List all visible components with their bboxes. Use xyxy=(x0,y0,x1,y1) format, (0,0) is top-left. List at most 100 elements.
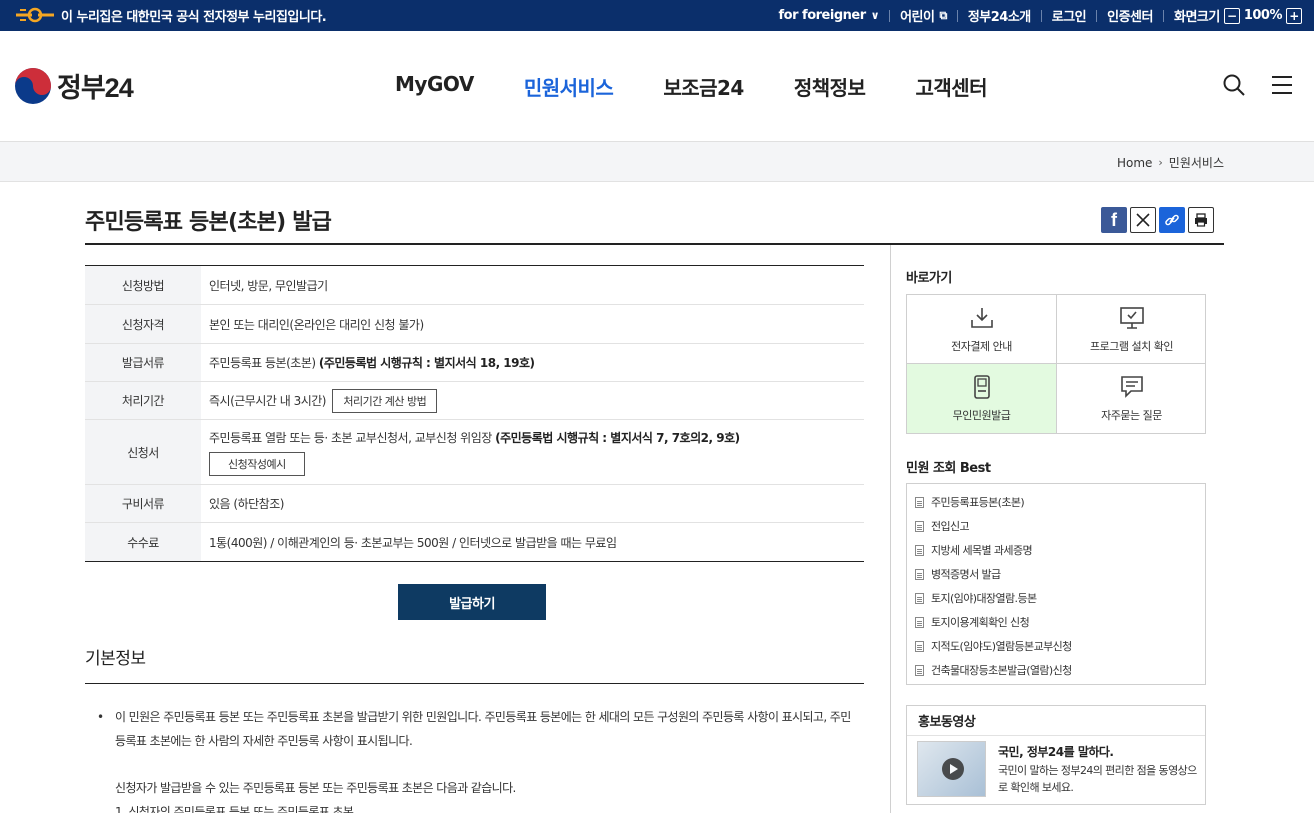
table-row: 신청방법 인터넷, 방문, 무인발급기 xyxy=(85,265,864,305)
promo-description: 국민이 말하는 정부24의 편리한 점을 동영상으로 확인해 보세요. xyxy=(998,764,1197,794)
play-icon xyxy=(942,758,964,780)
doc-law: (주민등록법 시행규칙 : 별지서식 18, 19호) xyxy=(318,356,535,370)
shortcut-label: 프로그램 설치 확인 xyxy=(1090,339,1173,353)
chevron-down-icon: ∨ xyxy=(870,9,880,22)
shortcut-label: 자주묻는 질문 xyxy=(1101,409,1162,422)
title-divider xyxy=(85,243,1224,245)
table-row: 구비서류 있음 (하단참조) xyxy=(85,484,864,523)
table-key: 발급서류 xyxy=(85,343,201,382)
breadcrumb-home[interactable]: Home xyxy=(1117,156,1152,170)
taegeuk-logo-icon xyxy=(15,67,51,104)
breadcrumb-current[interactable]: 민원서비스 xyxy=(1169,154,1224,171)
list-item[interactable]: 주민등록표등본(초본) xyxy=(907,490,1205,514)
table-key: 신청방법 xyxy=(85,265,201,305)
document-icon xyxy=(915,568,924,580)
table-key: 처리기간 xyxy=(85,381,201,420)
zoom-control: 화면크기 − 100% + xyxy=(1164,6,1306,25)
table-row: 처리기간 즉시(근무시간 내 3시간) 처리기간 계산 방법 xyxy=(85,381,864,420)
nav-civil-service[interactable]: 민원서비스 xyxy=(524,72,614,101)
gov-notice-text: 이 누리집은 대한민국 공식 전자정부 누리집입니다. xyxy=(61,10,327,25)
nav-mygov[interactable]: MyGOV xyxy=(395,72,474,101)
period-text: 즉시(근무시간 내 3시간) xyxy=(209,393,327,408)
column-divider xyxy=(890,245,891,813)
shortcut-kiosk[interactable]: 무인민원발급 xyxy=(907,364,1057,433)
document-icon xyxy=(915,664,924,676)
table-key: 구비서류 xyxy=(85,484,201,523)
list-item[interactable]: 건축물대장등초본발급(열람)신청 xyxy=(907,658,1205,682)
breadcrumb: Home › 민원서비스 xyxy=(1117,154,1224,171)
list-item[interactable]: 전입신고 xyxy=(907,514,1205,538)
about-link[interactable]: 정부24소개 xyxy=(958,6,1041,25)
zoom-in-button[interactable]: + xyxy=(1286,7,1302,24)
form-law: (주민등록법 시행규칙 : 별지서식 7, 7호의2, 9호) xyxy=(495,430,740,445)
zoom-value: 100% xyxy=(1243,8,1283,23)
document-icon xyxy=(915,592,924,604)
list-item[interactable]: 병적증명서 발급 xyxy=(907,562,1205,586)
shortcut-program-check[interactable]: 프로그램 설치 확인 xyxy=(1057,295,1206,364)
list-item-label: 건축물대장등초본발급(열람)신청 xyxy=(931,664,1072,677)
period-calc-button[interactable]: 처리기간 계산 방법 xyxy=(332,388,438,413)
table-row: 발급서류 주민등록표 등본(초본) (주민등록법 시행규칙 : 별지서식 18,… xyxy=(85,343,864,382)
shortcut-title: 바로가기 xyxy=(906,271,952,286)
menu-icon[interactable] xyxy=(1270,73,1294,97)
video-thumbnail[interactable] xyxy=(917,741,986,797)
login-link[interactable]: 로그인 xyxy=(1042,6,1096,25)
shortcut-label: 무인민원발급 xyxy=(952,409,1011,422)
form-example-button[interactable]: 신청작성예시 xyxy=(209,451,305,476)
egov-logo-icon xyxy=(16,7,54,23)
kids-label: 어린이 xyxy=(900,10,935,25)
issue-button[interactable]: 발급하기 xyxy=(398,584,546,620)
logo-text: 정부24 xyxy=(57,73,134,103)
doc-text: 주민등록표 등본(초본) xyxy=(209,356,319,370)
external-link-icon: ⧉ xyxy=(939,8,947,22)
chat-bubble-icon xyxy=(1120,376,1143,398)
document-icon xyxy=(915,544,924,556)
shortcut-label: 전자결제 안내 xyxy=(951,339,1012,353)
basic-info-title: 기본정보 xyxy=(85,649,146,669)
table-key: 수수료 xyxy=(85,522,201,562)
description-text: 이 민원은 주민등록표 등본 또는 주민등록표 초본을 발급받기 위한 민원입니… xyxy=(115,710,851,748)
document-icon xyxy=(915,616,924,628)
list-item[interactable]: 토지(임야)대장열람.등본 xyxy=(907,586,1205,610)
list-item[interactable]: 지방세 세목별 과세증명 xyxy=(907,538,1205,562)
nav-customer-center[interactable]: 고객센터 xyxy=(915,72,987,101)
foreigner-label: for foreigner xyxy=(778,8,867,23)
promo-headline[interactable]: 국민, 정부24를 말하다. xyxy=(998,743,1114,760)
list-item-label: 지방세 세목별 과세증명 xyxy=(931,544,1033,557)
nav-subsidy24[interactable]: 보조금24 xyxy=(663,72,744,101)
search-icon[interactable] xyxy=(1222,73,1246,97)
kids-link[interactable]: 어린이 ⧉ xyxy=(890,6,957,26)
table-key: 신청자격 xyxy=(85,304,201,344)
gov-notice-bar: 이 누리집은 대한민국 공식 전자정부 누리집입니다. for foreigne… xyxy=(0,0,1314,31)
zoom-out-button[interactable]: − xyxy=(1223,7,1240,24)
nav-policy-info[interactable]: 정책정보 xyxy=(794,72,866,101)
print-icon[interactable] xyxy=(1188,207,1214,233)
basic-info-divider xyxy=(85,683,864,684)
list-item[interactable]: 토지이용계획확인 신청 xyxy=(907,610,1205,634)
promo-title: 홍보동영상 xyxy=(907,706,1205,736)
list-item-label: 지적도(임야도)열람등본교부신청 xyxy=(931,640,1072,653)
table-value: 즉시(근무시간 내 3시간) 처리기간 계산 방법 xyxy=(201,381,864,420)
foreigner-link[interactable]: for foreigner ∨ xyxy=(769,8,890,23)
table-row: 수수료 1통(400원) / 이해관계인의 등· 초본교부는 500원 / 인터… xyxy=(85,522,864,562)
shortcut-payment-guide[interactable]: 전자결제 안내 xyxy=(907,295,1057,364)
table-value: 본인 또는 대리인(온라인은 대리인 신청 불가) xyxy=(201,304,864,344)
list-item-label: 주민등록표등본(초본) xyxy=(931,496,1025,509)
facebook-share-icon[interactable]: f xyxy=(1101,207,1127,233)
list-item-label: 토지이용계획확인 신청 xyxy=(931,616,1030,629)
table-value: 주민등록표 등본(초본) (주민등록법 시행규칙 : 별지서식 18, 19호) xyxy=(201,343,864,382)
list-item-label: 토지(임야)대장열람.등본 xyxy=(931,592,1037,605)
site-logo[interactable]: 정부24 xyxy=(14,66,134,105)
list-item[interactable]: 지적도(임야도)열람등본교부신청 xyxy=(907,634,1205,658)
cert-center-link[interactable]: 인증센터 xyxy=(1097,6,1163,25)
x-share-icon[interactable] xyxy=(1130,207,1156,233)
promo-video-box: 홍보동영상 국민, 정부24를 말하다. 국민이 말하는 정부24의 편리한 점… xyxy=(906,705,1206,805)
document-icon xyxy=(915,520,924,532)
shortcut-faq[interactable]: 자주묻는 질문 xyxy=(1057,364,1206,433)
description-text: 1. 신청자의 주민등록표 등본 또는 주민등록표 초본 xyxy=(115,805,354,813)
download-icon xyxy=(970,307,993,328)
table-row: 신청서 주민등록표 열람 또는 등· 초본 교부신청서, 교부신청 위임장 (주… xyxy=(85,419,864,485)
copy-link-icon[interactable] xyxy=(1159,207,1185,233)
table-value: 1통(400원) / 이해관계인의 등· 초본교부는 500원 / 인터넷으로 … xyxy=(209,535,617,550)
document-icon xyxy=(915,496,924,508)
